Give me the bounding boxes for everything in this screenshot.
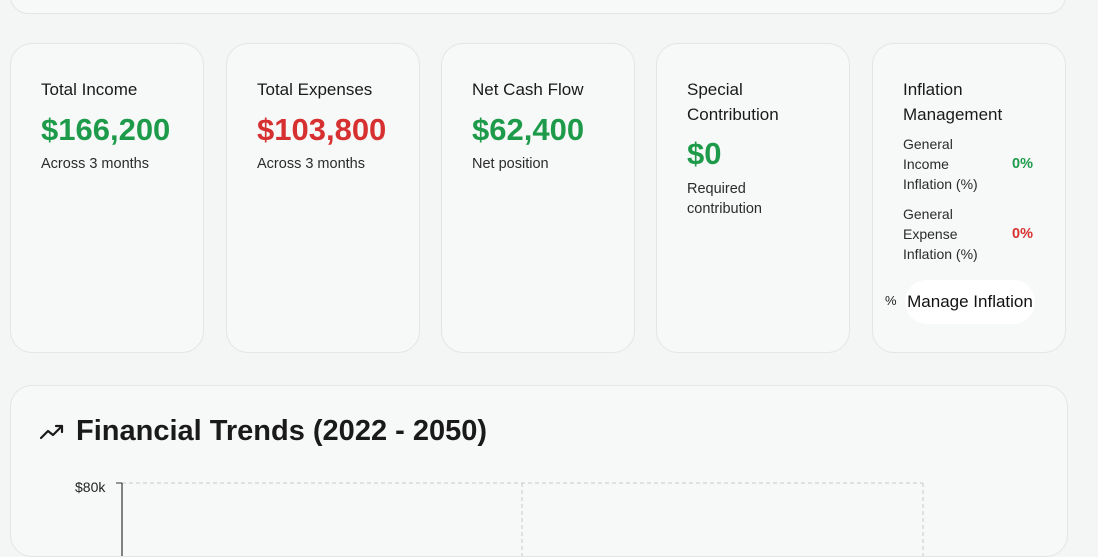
card-subtitle: Across 3 months <box>41 156 149 172</box>
top-panel <box>10 0 1066 14</box>
manage-inflation-group: % Manage Inflation <box>885 280 1055 324</box>
card-subtitle: Across 3 months <box>257 156 365 172</box>
card-title: Inflation Management <box>903 80 1003 124</box>
net-cash-flow-card: Net Cash Flow $62,400 Net position <box>441 43 635 353</box>
expense-inflation-value: 0% <box>1012 226 1033 242</box>
percent-icon: % <box>885 293 897 308</box>
total-expenses-card: Total Expenses $103,800 Across 3 months <box>226 43 420 353</box>
net-cash-flow-value: $62,400 <box>472 112 585 147</box>
card-subtitle: Net position <box>472 156 549 172</box>
trends-chart <box>116 482 924 556</box>
total-expenses-value: $103,800 <box>257 112 387 147</box>
total-income-card: Total Income $166,200 Across 3 months <box>10 43 204 353</box>
income-inflation-value: 0% <box>1012 156 1033 172</box>
card-title: Total Expenses <box>257 80 373 99</box>
card-title: Total Income <box>41 80 138 99</box>
expense-inflation-label: General Expense Inflation (%) <box>903 206 978 262</box>
inflation-management-card: Inflation Management General Income Infl… <box>872 43 1066 353</box>
card-title: Special Contribution <box>687 80 779 124</box>
expense-inflation-row: General Expense Inflation (%) 0% <box>903 204 1043 264</box>
income-inflation-row: General Income Inflation (%) 0% <box>903 134 1043 194</box>
total-income-value: $166,200 <box>41 112 171 147</box>
financial-trends-card: Financial Trends (2022 - 2050) $80k <box>10 385 1068 557</box>
income-inflation-label: General Income Inflation (%) <box>903 136 978 192</box>
special-contribution-card: Special Contribution $0 Required contrib… <box>656 43 850 353</box>
card-subtitle: Required contribution <box>687 181 762 217</box>
special-contribution-value: $0 <box>687 136 722 171</box>
manage-inflation-button[interactable]: Manage Inflation <box>905 280 1035 324</box>
card-title: Net Cash Flow <box>472 80 584 99</box>
